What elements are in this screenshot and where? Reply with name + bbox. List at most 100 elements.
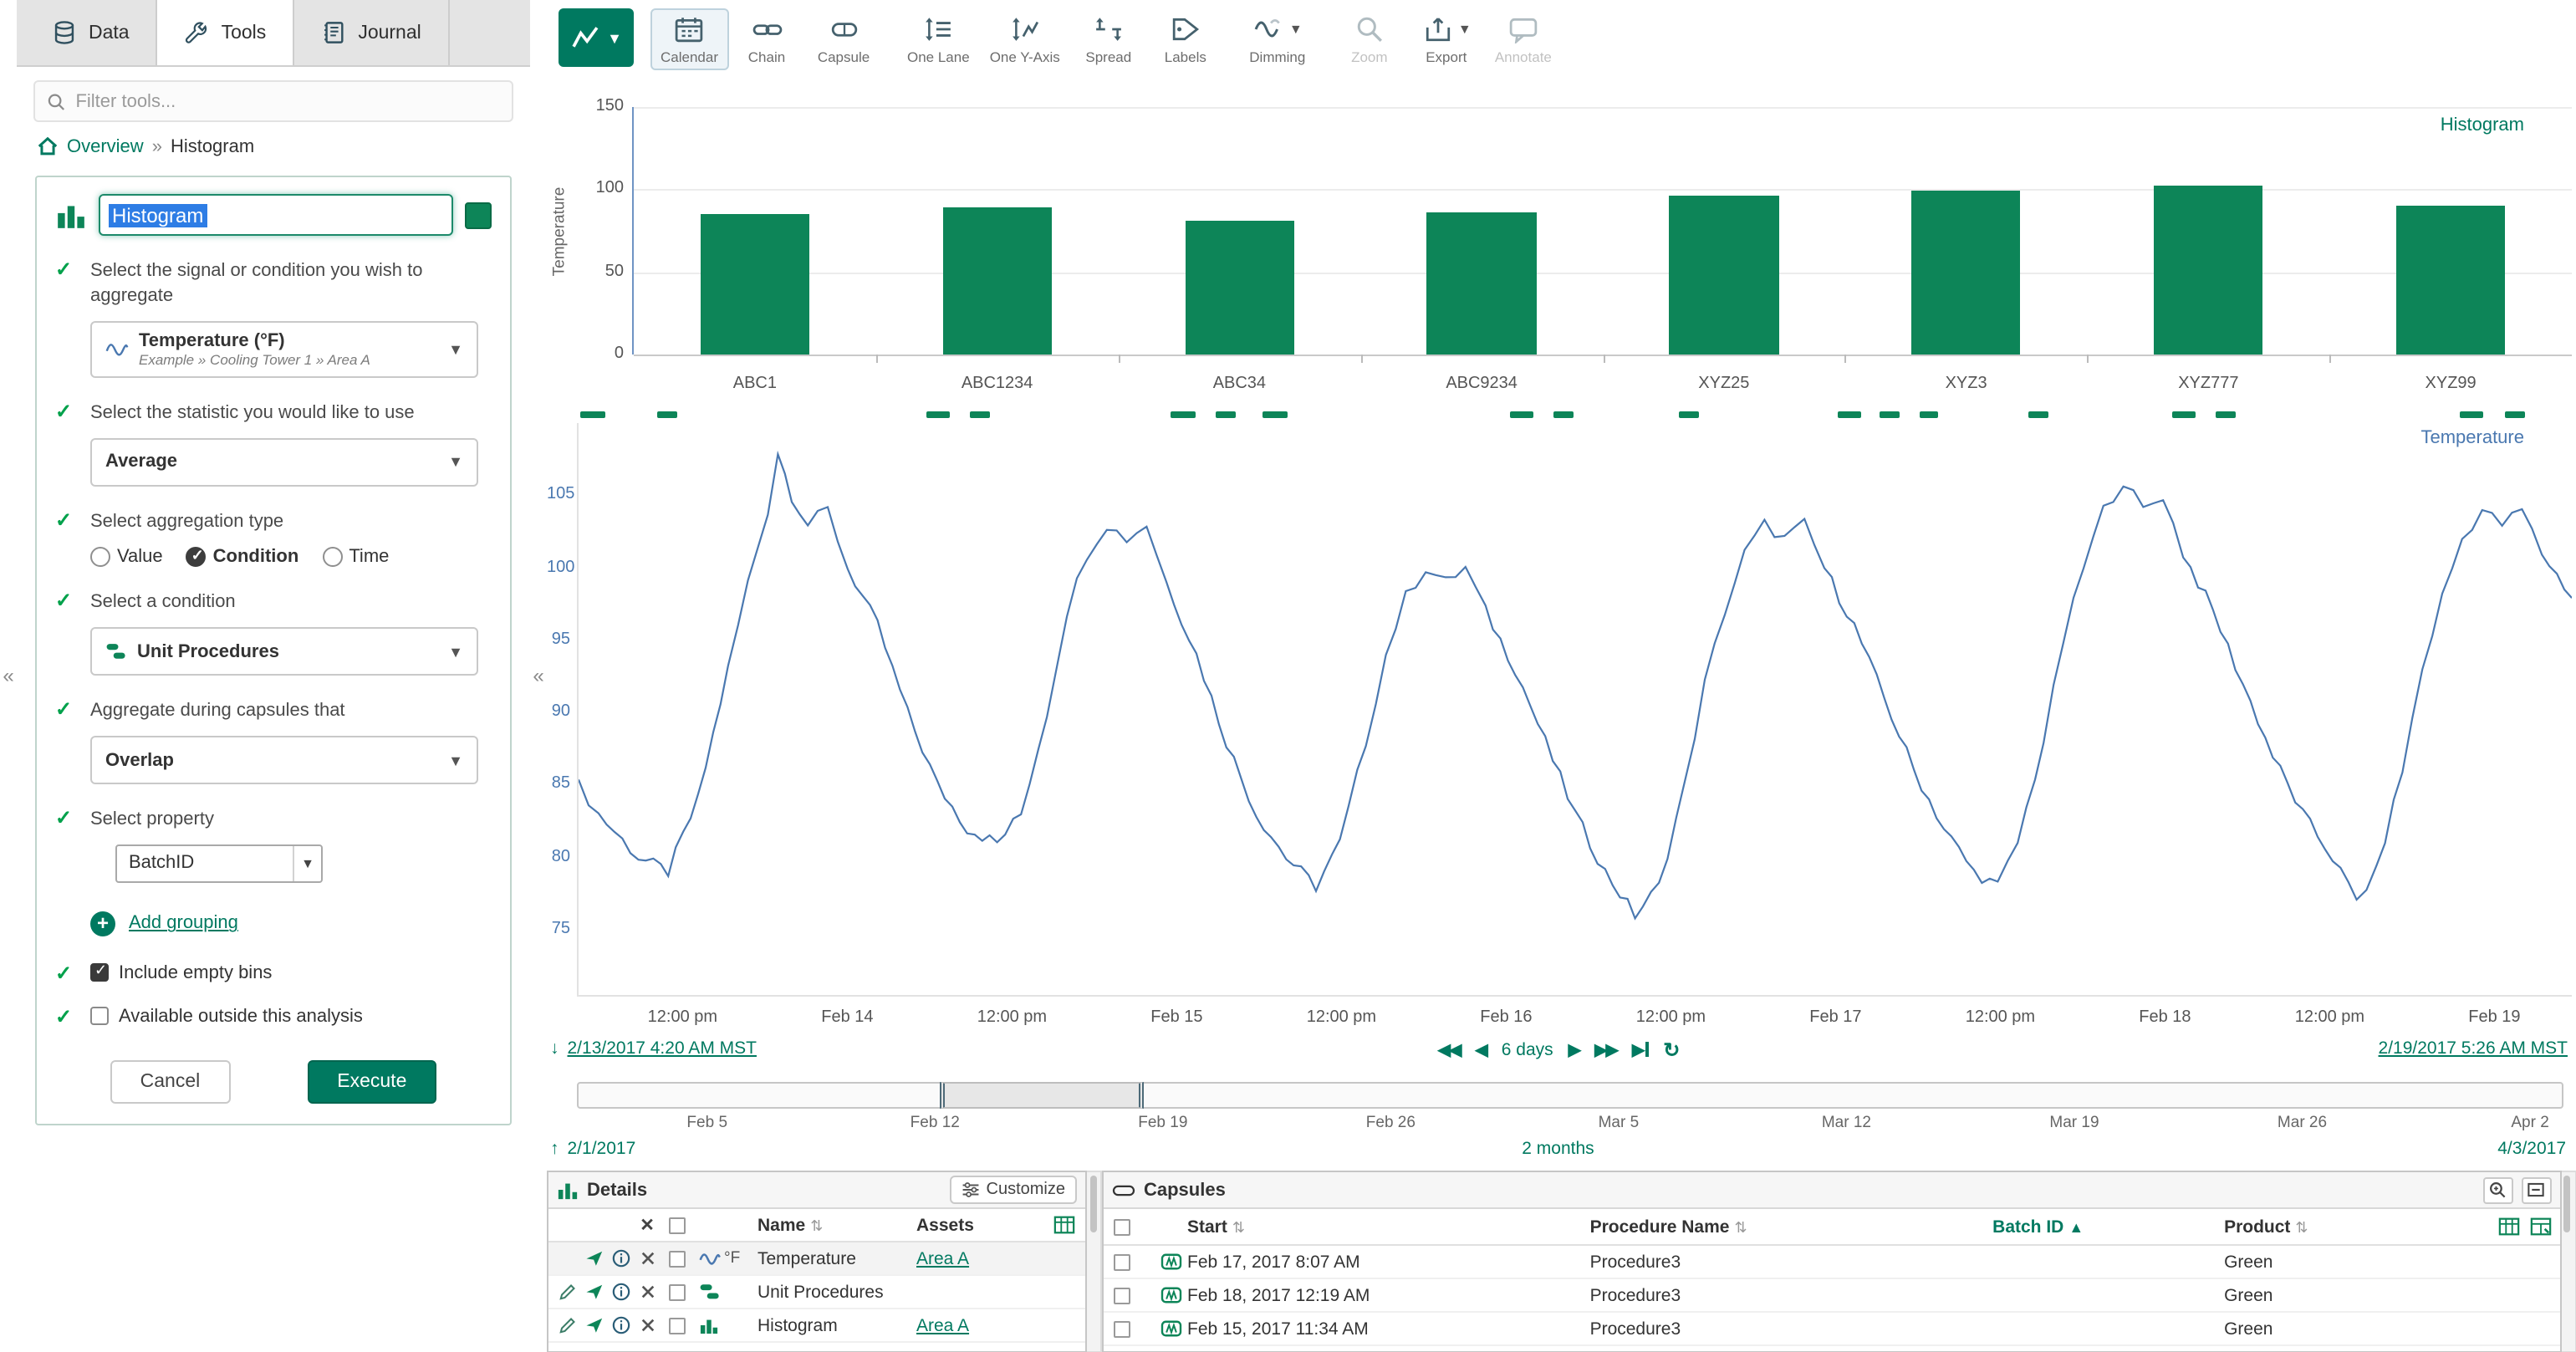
product-column-header[interactable]: Product⇅ bbox=[2224, 1217, 2456, 1237]
home-icon[interactable] bbox=[37, 135, 59, 157]
condition-dropdown[interactable]: Unit Procedures ▼ bbox=[90, 627, 478, 676]
display-range-duration[interactable]: 6 days bbox=[1502, 1040, 1553, 1060]
select-all-checkbox[interactable] bbox=[669, 1217, 686, 1233]
step-back-icon[interactable]: ◀ bbox=[1475, 1041, 1486, 1059]
step-forward-fast-icon[interactable]: ▶▶ bbox=[1594, 1041, 1617, 1059]
capsule-marker[interactable] bbox=[581, 411, 605, 418]
step-to-end-icon[interactable]: ▶ bbox=[1632, 1041, 1648, 1059]
histogram-bar[interactable] bbox=[701, 214, 809, 355]
capsules-collapse-button[interactable] bbox=[2521, 1176, 2551, 1203]
add-column-icon[interactable] bbox=[2499, 1216, 2521, 1237]
info-icon[interactable] bbox=[607, 1316, 634, 1334]
capsule-marker[interactable] bbox=[1919, 411, 1939, 418]
sort-icon[interactable]: ⇅ bbox=[2295, 1218, 2308, 1235]
capsule-row[interactable]: Feb 15, 2017 11:43 PMProcedure3Green bbox=[1104, 1346, 2559, 1352]
toolbar-chain-button[interactable]: Chain bbox=[728, 8, 805, 70]
capsule-marker[interactable] bbox=[926, 411, 950, 418]
item-name[interactable]: Unit Procedures bbox=[757, 1282, 916, 1302]
view-selector-button[interactable]: ▼ bbox=[559, 8, 634, 67]
remove-all-icon[interactable]: ✕ bbox=[634, 1215, 661, 1235]
details-scrollbar[interactable] bbox=[1087, 1171, 1102, 1352]
row-checkbox[interactable] bbox=[669, 1317, 686, 1334]
toolbar-one-lane-button[interactable]: One Lane bbox=[897, 8, 980, 70]
info-icon[interactable] bbox=[607, 1283, 634, 1301]
breadcrumb-overview[interactable]: Overview bbox=[67, 136, 144, 156]
property-select[interactable]: BatchID ▼ bbox=[115, 844, 323, 883]
capsule-checkbox[interactable] bbox=[1114, 1287, 1130, 1304]
toolbar-export-button[interactable]: ▼ Export bbox=[1408, 8, 1485, 70]
remove-icon[interactable] bbox=[634, 1284, 661, 1299]
available-outside-checkbox[interactable] bbox=[90, 1008, 109, 1026]
send-to-trend-icon[interactable] bbox=[580, 1316, 607, 1334]
toolbar-spread-button[interactable]: Spread bbox=[1070, 8, 1147, 70]
radio-condition[interactable]: Condition bbox=[186, 548, 299, 568]
capsule-marker[interactable] bbox=[1171, 411, 1196, 418]
customize-button[interactable]: Customize bbox=[950, 1176, 1078, 1204]
add-column-icon[interactable] bbox=[1053, 1214, 1074, 1236]
remove-icon[interactable] bbox=[634, 1251, 661, 1266]
capsule-row[interactable]: Feb 15, 2017 11:34 AMProcedure3Green bbox=[1104, 1313, 2559, 1346]
row-checkbox[interactable] bbox=[669, 1283, 686, 1300]
sort-icon[interactable]: ⇅ bbox=[1232, 1218, 1245, 1235]
plus-icon[interactable]: + bbox=[90, 911, 115, 936]
item-name[interactable]: Temperature bbox=[757, 1248, 916, 1268]
histogram-bar[interactable] bbox=[1911, 191, 2020, 355]
histogram-plot-area[interactable]: ABC1ABC1234ABC34ABC9234XYZ25XYZ3XYZ777XY… bbox=[632, 107, 2571, 355]
name-column-header[interactable]: Name bbox=[757, 1215, 805, 1235]
radio-time[interactable]: Time bbox=[322, 548, 389, 568]
send-to-trend-icon[interactable] bbox=[580, 1249, 607, 1268]
toolbar-capsule-button[interactable]: Capsule bbox=[805, 8, 882, 70]
sort-asc-icon[interactable]: ▲ bbox=[2068, 1218, 2084, 1235]
capsules-scrollbar[interactable] bbox=[2561, 1171, 2576, 1352]
histogram-bar[interactable] bbox=[942, 207, 1051, 355]
sort-icon[interactable]: ⇅ bbox=[1734, 1218, 1747, 1235]
capsule-marker[interactable] bbox=[970, 411, 990, 418]
column-settings-icon[interactable] bbox=[2531, 1216, 2553, 1237]
range-selection-window[interactable] bbox=[940, 1082, 1144, 1109]
histogram-bar[interactable] bbox=[2396, 206, 2505, 355]
capsule-marker[interactable] bbox=[2216, 411, 2236, 418]
signal-dropdown[interactable]: Temperature (°F) Example » Cooling Tower… bbox=[90, 320, 478, 377]
capsule-checkbox[interactable] bbox=[1114, 1253, 1130, 1270]
sort-icon[interactable]: ⇅ bbox=[810, 1217, 823, 1233]
cancel-button[interactable]: Cancel bbox=[110, 1060, 231, 1104]
assets-column-header[interactable]: Assets bbox=[916, 1215, 1047, 1235]
item-name[interactable]: Histogram bbox=[757, 1315, 916, 1335]
procedure-name-column-header[interactable]: Procedure Name⇅ bbox=[1590, 1217, 1993, 1237]
investigate-range-end[interactable]: 4/3/2017 bbox=[2497, 1139, 2566, 1159]
trend-plot-area[interactable] bbox=[577, 423, 2571, 997]
tab-journal[interactable]: Journal bbox=[294, 0, 449, 65]
toolbar-dimming-button[interactable]: ▼ Dimming bbox=[1239, 8, 1316, 70]
investigate-range-slider[interactable] bbox=[577, 1082, 2563, 1109]
color-swatch-button[interactable] bbox=[465, 202, 492, 228]
radio-value[interactable]: Value bbox=[90, 548, 163, 568]
send-to-trend-icon[interactable] bbox=[580, 1283, 607, 1301]
histogram-bar[interactable] bbox=[1185, 221, 1293, 355]
batch-id-column-header[interactable]: Batch ID▲ bbox=[1992, 1217, 2224, 1237]
collapse-left-icon[interactable]: « bbox=[3, 665, 13, 688]
capsule-marker[interactable] bbox=[2505, 411, 2525, 418]
histogram-bar[interactable] bbox=[1427, 212, 1536, 355]
histogram-bar[interactable] bbox=[2154, 186, 2262, 355]
remove-icon[interactable] bbox=[634, 1318, 661, 1333]
capsule-marker[interactable] bbox=[1262, 411, 1287, 418]
edit-icon[interactable] bbox=[553, 1316, 580, 1334]
info-icon[interactable] bbox=[607, 1249, 634, 1268]
toolbar-one-y-axis-button[interactable]: One Y-Axis bbox=[980, 8, 1070, 70]
details-row[interactable]: HistogramArea A bbox=[548, 1309, 1085, 1343]
capsule-marker[interactable] bbox=[1215, 411, 1235, 418]
histogram-bar[interactable] bbox=[1670, 196, 1778, 355]
step-forward-icon[interactable]: ▶ bbox=[1569, 1041, 1579, 1059]
execute-button[interactable]: Execute bbox=[307, 1060, 436, 1104]
details-row[interactable]: °FTemperatureArea A bbox=[548, 1242, 1085, 1276]
capsule-marker[interactable] bbox=[1837, 411, 1861, 418]
start-column-header[interactable]: Start⇅ bbox=[1187, 1217, 1590, 1237]
include-empty-bins-checkbox[interactable] bbox=[90, 964, 109, 982]
details-row[interactable]: Unit Procedures bbox=[548, 1276, 1085, 1309]
filter-tools-input[interactable] bbox=[75, 91, 500, 111]
tool-name-input[interactable]: Histogram bbox=[99, 194, 453, 236]
step-back-fast-icon[interactable]: ◀◀ bbox=[1438, 1041, 1461, 1059]
tab-data[interactable]: Data bbox=[25, 0, 158, 65]
capsule-marker[interactable] bbox=[2028, 411, 2048, 418]
statistic-dropdown[interactable]: Average ▼ bbox=[90, 437, 478, 486]
